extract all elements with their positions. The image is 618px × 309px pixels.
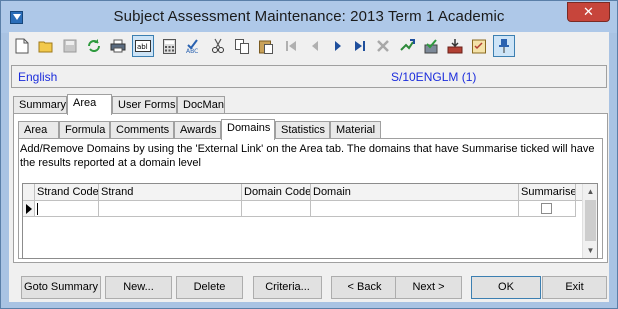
svg-text:ABC: ABC — [186, 48, 198, 54]
pin-icon[interactable] — [493, 35, 515, 57]
print-icon[interactable] — [107, 35, 129, 57]
domains-grid[interactable]: Strand Code Strand Domain Code Domain Su… — [22, 183, 598, 259]
criteria-button[interactable]: Criteria... — [253, 276, 322, 299]
text-cursor — [37, 203, 38, 215]
paste-icon[interactable] — [255, 35, 277, 57]
column-domain[interactable]: Domain — [311, 184, 519, 201]
checklist-icon[interactable] — [468, 35, 490, 57]
subtab-formula[interactable]: Formula — [59, 121, 110, 139]
main-tabs: Summary Area User Forms DocMan — [13, 94, 609, 115]
subtab-comments[interactable]: Comments — [110, 121, 174, 139]
grid-vertical-scrollbar[interactable]: ▲ ▼ — [582, 184, 597, 258]
scroll-up-arrow-icon[interactable]: ▲ — [583, 184, 598, 199]
subtab-area[interactable]: Area — [18, 121, 59, 139]
toolbar: abl ABC — [9, 32, 609, 62]
scroll-down-arrow-icon[interactable]: ▼ — [583, 243, 598, 258]
svg-text:abl: abl — [137, 43, 148, 51]
tab-user-forms[interactable]: User Forms — [112, 96, 177, 114]
tab-docman[interactable]: DocMan — [177, 96, 225, 114]
previous-record-icon[interactable] — [304, 35, 326, 57]
subtab-statistics[interactable]: Statistics — [275, 121, 330, 139]
back-button[interactable]: < Back — [331, 276, 398, 299]
subtab-domains[interactable]: Domains — [221, 119, 275, 140]
last-record-icon[interactable] — [349, 35, 371, 57]
area-tab-panel: Area Formula Comments Awards Domains Sta… — [13, 113, 608, 263]
delete-button[interactable]: Delete — [176, 276, 243, 299]
save-icon[interactable] — [59, 35, 81, 57]
subject-name: English — [18, 70, 58, 84]
subtab-material[interactable]: Material — [330, 121, 381, 139]
domains-description: Add/Remove Domains by using the 'Externa… — [20, 143, 595, 169]
strand-cell[interactable] — [99, 201, 242, 217]
go-icon[interactable] — [396, 35, 418, 57]
import-icon[interactable] — [444, 35, 466, 57]
delete-icon[interactable] — [372, 35, 394, 57]
strand-code-cell[interactable] — [35, 201, 99, 217]
client-area: abl ABC English S/10ENGLM (1) Summary Ar… — [9, 32, 609, 302]
title-bar[interactable]: Subject Assessment Maintenance: 2013 Ter… — [1, 1, 617, 33]
calculator-icon[interactable] — [158, 35, 180, 57]
close-button[interactable]: ✕ — [567, 2, 610, 22]
button-bar: Goto Summary New... Delete Criteria... <… — [9, 272, 609, 302]
subtab-awards[interactable]: Awards — [174, 121, 221, 139]
subject-info-bar: English S/10ENGLM (1) — [11, 65, 607, 88]
spellcheck-icon[interactable]: ABC — [182, 35, 204, 57]
approve-icon[interactable] — [420, 35, 442, 57]
domain-code-cell[interactable] — [242, 201, 311, 217]
copy-icon[interactable] — [231, 35, 253, 57]
summarise-checkbox[interactable] — [541, 203, 552, 214]
column-domain-code[interactable]: Domain Code — [242, 184, 311, 201]
column-strand-code[interactable]: Strand Code — [35, 184, 99, 201]
new-button[interactable]: New... — [105, 276, 172, 299]
column-summarise[interactable]: Summarise — [519, 184, 576, 201]
new-icon[interactable] — [11, 35, 33, 57]
scroll-thumb[interactable] — [585, 200, 596, 241]
cut-icon[interactable] — [207, 35, 229, 57]
area-subtabs: Area Formula Comments Awards Domains Sta… — [18, 119, 604, 140]
ok-button[interactable]: OK — [471, 276, 541, 299]
domain-cell[interactable] — [311, 201, 519, 217]
text-field-icon[interactable]: abl — [132, 35, 154, 57]
open-icon[interactable] — [35, 35, 57, 57]
goto-summary-button[interactable]: Goto Summary — [21, 276, 101, 299]
domains-panel: Add/Remove Domains by using the 'Externa… — [18, 138, 603, 259]
summarise-cell — [519, 201, 576, 217]
window-title: Subject Assessment Maintenance: 2013 Ter… — [113, 8, 505, 25]
main-window: Subject Assessment Maintenance: 2013 Ter… — [0, 0, 618, 309]
refresh-icon[interactable] — [83, 35, 105, 57]
row-header-corner — [23, 184, 35, 201]
tab-area[interactable]: Area — [67, 94, 112, 115]
next-button[interactable]: Next > — [395, 276, 462, 299]
column-strand[interactable]: Strand — [99, 184, 242, 201]
grid-header: Strand Code Strand Domain Code Domain Su… — [23, 184, 583, 201]
exit-button[interactable]: Exit — [542, 276, 607, 299]
subject-code: S/10ENGLM (1) — [391, 70, 477, 84]
first-record-icon[interactable] — [280, 35, 302, 57]
row-selector-arrow[interactable] — [23, 201, 35, 217]
next-record-icon[interactable] — [327, 35, 349, 57]
tab-summary[interactable]: Summary — [13, 96, 67, 114]
